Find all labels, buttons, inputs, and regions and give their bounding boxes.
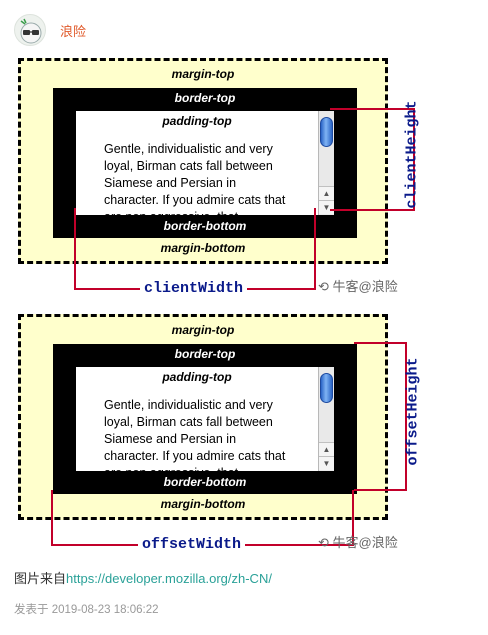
offset-width-left-line xyxy=(51,490,53,546)
border-top-label: border-top xyxy=(174,91,236,105)
watermark-logo-icon: ⟲ xyxy=(318,279,333,294)
client-height-top-line xyxy=(330,108,414,110)
offset-width-label: offsetWidth xyxy=(138,536,246,553)
padding-top-label: padding-top xyxy=(162,114,232,128)
author-name[interactable]: 浪险 xyxy=(60,21,86,40)
border-area: border-top padding-top Gentle, individua… xyxy=(53,344,357,494)
avatar-glasses-icon xyxy=(20,18,42,44)
offset-height-bottom-line xyxy=(354,489,406,491)
padding-top-label: padding-top xyxy=(162,370,232,384)
client-height-label: clientHeight xyxy=(403,100,421,209)
scroll-up-arrow-icon[interactable]: ▲ xyxy=(319,186,334,200)
margin-top-label: margin-top xyxy=(171,323,235,337)
offset-height-top-line xyxy=(354,342,406,344)
client-width-right-line xyxy=(314,208,316,290)
scrollbar[interactable]: ▲ ▼ xyxy=(318,367,334,471)
watermark: ⟲ 牛客@浪险 xyxy=(318,279,398,294)
border-bottom-label: border-bottom xyxy=(163,219,247,233)
publish-time: 发表于 2019-08-23 18:06:22 xyxy=(14,604,159,616)
margin-top-label: margin-top xyxy=(171,67,235,81)
border-bottom-label: border-bottom xyxy=(163,475,247,489)
client-height-bottom-line xyxy=(330,209,414,211)
sample-text: Gentle, individualistic and very loyal, … xyxy=(104,142,286,215)
image-source-caption: 图片来自https://developer.mozilla.org/zh-CN/ xyxy=(14,568,272,587)
content-area: padding-top Gentle, individualistic and … xyxy=(76,367,334,471)
watermark: ⟲ 牛客@浪险 xyxy=(318,535,398,550)
client-width-left-line xyxy=(74,208,76,290)
avatar[interactable] xyxy=(14,14,46,46)
offset-dimensions-diagram: margin-top border-top padding-top Gentle… xyxy=(18,314,478,554)
border-top-label: border-top xyxy=(174,347,236,361)
source-link[interactable]: https://developer.mozilla.org/zh-CN/ xyxy=(66,571,272,586)
border-area: border-top padding-top Gentle, individua… xyxy=(53,88,357,238)
client-dimensions-diagram: margin-top border-top padding-top Gentle… xyxy=(18,58,478,298)
content-area: padding-top Gentle, individualistic and … xyxy=(76,111,334,215)
scroll-thumb[interactable] xyxy=(320,117,333,147)
scroll-up-arrow-icon[interactable]: ▲ xyxy=(319,442,334,456)
scroll-thumb[interactable] xyxy=(320,373,333,403)
client-width-label: clientWidth xyxy=(140,280,248,297)
scrollbar[interactable]: ▲ ▼ xyxy=(318,111,334,215)
offset-height-label: offsetHeight xyxy=(404,357,422,466)
margin-area: margin-top border-top padding-top Gentle… xyxy=(18,314,388,520)
watermark-logo-icon: ⟲ xyxy=(318,535,333,550)
author-header: 浪险 xyxy=(14,14,86,46)
caption-prefix: 图片来自 xyxy=(14,571,67,586)
scroll-down-arrow-icon[interactable]: ▼ xyxy=(319,456,334,470)
margin-bottom-label: margin-bottom xyxy=(160,497,246,511)
sample-text: Gentle, individualistic and very loyal, … xyxy=(104,398,286,471)
scroll-down-arrow-icon[interactable]: ▼ xyxy=(319,200,334,214)
